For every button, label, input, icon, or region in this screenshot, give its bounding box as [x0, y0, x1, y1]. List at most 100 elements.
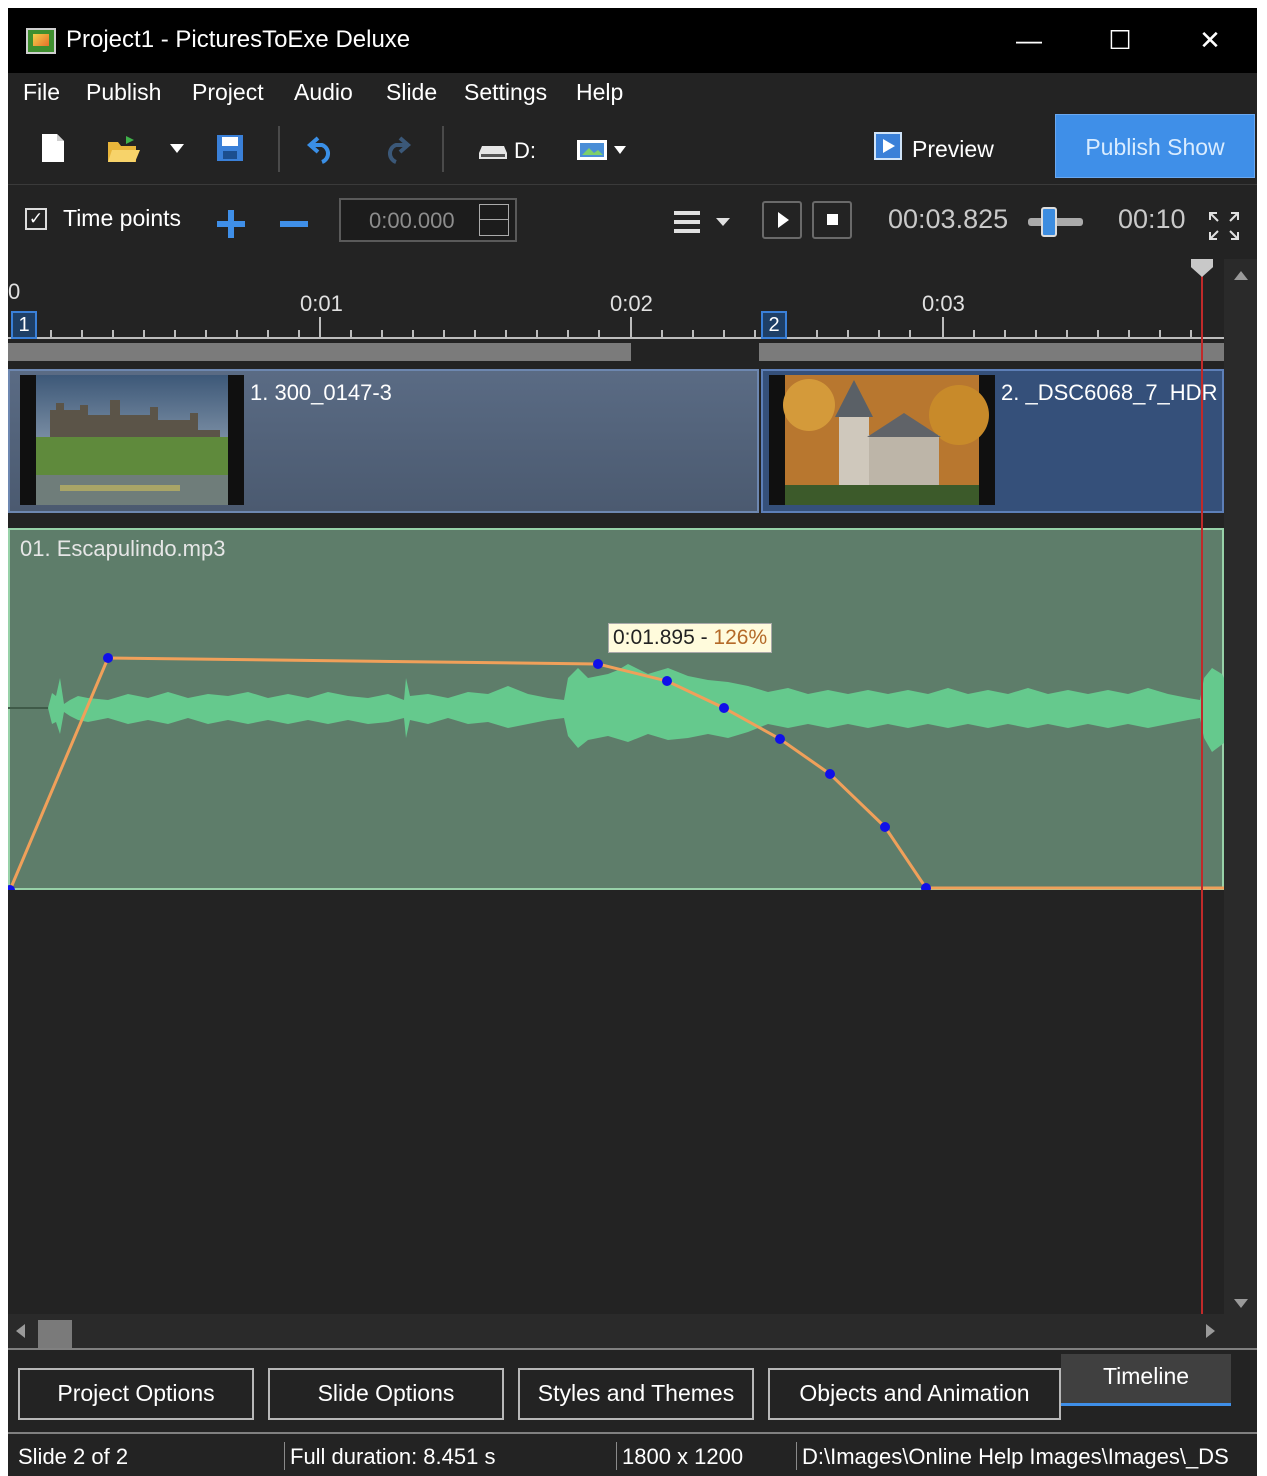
menu-settings[interactable]: Settings	[464, 79, 547, 106]
envelope-tooltip: 0:01.895 - 126%	[608, 623, 773, 653]
ruler-label: 0:02	[610, 291, 653, 316]
envelope-point[interactable]	[719, 703, 729, 713]
image-view-icon[interactable]	[576, 138, 628, 162]
slide-thumbnail	[20, 375, 244, 505]
menu-file[interactable]: File	[23, 79, 60, 106]
preview-label: Preview	[912, 136, 994, 162]
scroll-down-icon[interactable]	[1234, 1299, 1248, 1309]
tab-timeline[interactable]: Timeline	[1061, 1354, 1231, 1406]
time-point-value: 0:00.000	[369, 208, 455, 233]
remove-icon[interactable]	[279, 209, 309, 239]
time-points-checkbox[interactable]: ✓	[25, 208, 47, 230]
toolbar-separator	[278, 126, 280, 172]
drive-label[interactable]: D:	[514, 138, 536, 164]
transition-bar	[759, 343, 1224, 361]
slide-label: 2. _DSC6068_7_HDR	[1001, 380, 1218, 405]
slide-marker[interactable]: 2	[761, 311, 787, 339]
ruler-label: 0	[8, 279, 21, 304]
bottom-tabs: Project Options Slide Options Styles and…	[8, 1348, 1257, 1432]
time-spinner[interactable]	[479, 204, 509, 236]
redo-icon[interactable]	[382, 134, 412, 164]
toolbar-separator	[442, 126, 444, 172]
open-folder-icon[interactable]	[106, 134, 142, 164]
envelope-point[interactable]	[662, 676, 672, 686]
maximize-button[interactable]: ☐	[1100, 22, 1140, 58]
envelope-point[interactable]	[593, 659, 603, 669]
menu-audio[interactable]: Audio	[294, 79, 353, 106]
timeline-toolbar: ✓ Time points 0:00.000 00:03.825 00:10	[8, 185, 1257, 259]
status-bar: Slide 2 of 2 Full duration: 8.451 s 1800…	[8, 1432, 1257, 1476]
stop-button[interactable]	[812, 201, 852, 239]
stop-icon	[827, 214, 838, 225]
visible-duration: 00:10	[1118, 204, 1186, 234]
scroll-right-icon[interactable]	[1206, 1324, 1216, 1338]
menu-publish[interactable]: Publish	[86, 79, 161, 106]
horizontal-scroll-thumb[interactable]	[38, 1320, 72, 1350]
menu-project[interactable]: Project	[192, 79, 264, 106]
time-points-label: Time points	[63, 205, 182, 231]
zoom-slider-handle[interactable]	[1041, 207, 1057, 237]
menu-bar: File Publish Project Audio Slide Setting…	[8, 73, 1257, 115]
volume-envelope[interactable]	[8, 528, 1224, 890]
save-icon[interactable]	[216, 134, 244, 162]
tab-styles-and-themes[interactable]: Styles and Themes	[518, 1368, 754, 1420]
chateau-image	[783, 375, 989, 505]
tab-objects-and-animation[interactable]: Objects and Animation	[768, 1368, 1061, 1420]
envelope-point[interactable]	[825, 769, 835, 779]
time-ruler[interactable]: 0 0:01 0:02 0:03 1 2	[8, 259, 1224, 339]
slide-block-selected[interactable]: 2. _DSC6068_7_HDR	[761, 369, 1224, 513]
status-separator	[616, 1442, 617, 1470]
slide-block[interactable]: 1. 300_0147-3	[8, 369, 759, 513]
scroll-up-icon[interactable]	[1234, 271, 1248, 281]
tab-slide-options[interactable]: Slide Options	[268, 1368, 504, 1420]
app-window: Project1 - PicturesToExe Deluxe — ☐ ✕ Fi…	[8, 8, 1257, 1476]
play-icon	[778, 212, 789, 228]
menu-slide[interactable]: Slide	[386, 79, 437, 106]
envelope-point[interactable]	[8, 885, 15, 890]
ruler-label: 0:03	[922, 291, 965, 316]
app-logo-icon	[26, 28, 56, 54]
main-toolbar: D: Preview Publish Show	[8, 114, 1257, 185]
time-point-input[interactable]: 0:00.000	[339, 198, 517, 242]
transition-bar	[8, 343, 631, 361]
envelope-point[interactable]	[103, 653, 113, 663]
scroll-left-icon[interactable]	[16, 1324, 26, 1338]
playhead-line[interactable]	[1201, 271, 1203, 1314]
list-menu-icon[interactable]	[674, 209, 734, 235]
preview-icon	[874, 132, 902, 160]
new-project-icon[interactable]	[40, 132, 66, 164]
castle-image	[36, 375, 228, 505]
tab-project-options[interactable]: Project Options	[18, 1368, 254, 1420]
title-bar: Project1 - PicturesToExe Deluxe — ☐ ✕	[8, 8, 1257, 73]
status-resolution: 1800 x 1200	[622, 1444, 744, 1469]
slide-marker[interactable]: 1	[11, 311, 37, 339]
timeline-area[interactable]: 0 0:01 0:02 0:03 1 2 1. 300_0147-3 2. _D…	[8, 259, 1224, 1314]
window-title: Project1 - PicturesToExe Deluxe	[66, 26, 411, 53]
tooltip-time: 0:01.895	[613, 626, 695, 649]
ruler-label: 0:01	[300, 291, 343, 316]
publish-show-button[interactable]: Publish Show	[1055, 114, 1255, 178]
slide-label: 1. 300_0147-3	[250, 380, 392, 405]
minimize-button[interactable]: —	[1009, 22, 1049, 58]
vertical-scrollbar[interactable]	[1224, 259, 1257, 1314]
menu-help[interactable]: Help	[576, 79, 623, 106]
envelope-point[interactable]	[880, 822, 890, 832]
envelope-point[interactable]	[775, 734, 785, 744]
fullscreen-icon[interactable]	[1208, 211, 1240, 241]
tooltip-volume: 126%	[713, 626, 768, 649]
status-duration: Full duration: 8.451 s	[290, 1444, 496, 1469]
undo-icon[interactable]	[306, 134, 336, 164]
status-separator	[796, 1442, 797, 1470]
status-separator	[284, 1442, 285, 1470]
slide-thumbnail	[769, 375, 995, 505]
dropdown-arrow-icon[interactable]	[170, 144, 184, 154]
drive-icon[interactable]	[478, 144, 508, 160]
add-icon[interactable]	[216, 209, 246, 239]
status-path: D:\Images\Online Help Images\Images\_DS	[802, 1444, 1229, 1469]
play-button[interactable]	[762, 201, 802, 239]
current-position: 00:03.825	[888, 204, 1009, 234]
horizontal-scrollbar[interactable]	[8, 1314, 1257, 1350]
close-button[interactable]: ✕	[1190, 22, 1230, 58]
status-slide: Slide 2 of 2	[18, 1444, 129, 1469]
tooltip-separator: -	[694, 626, 714, 649]
